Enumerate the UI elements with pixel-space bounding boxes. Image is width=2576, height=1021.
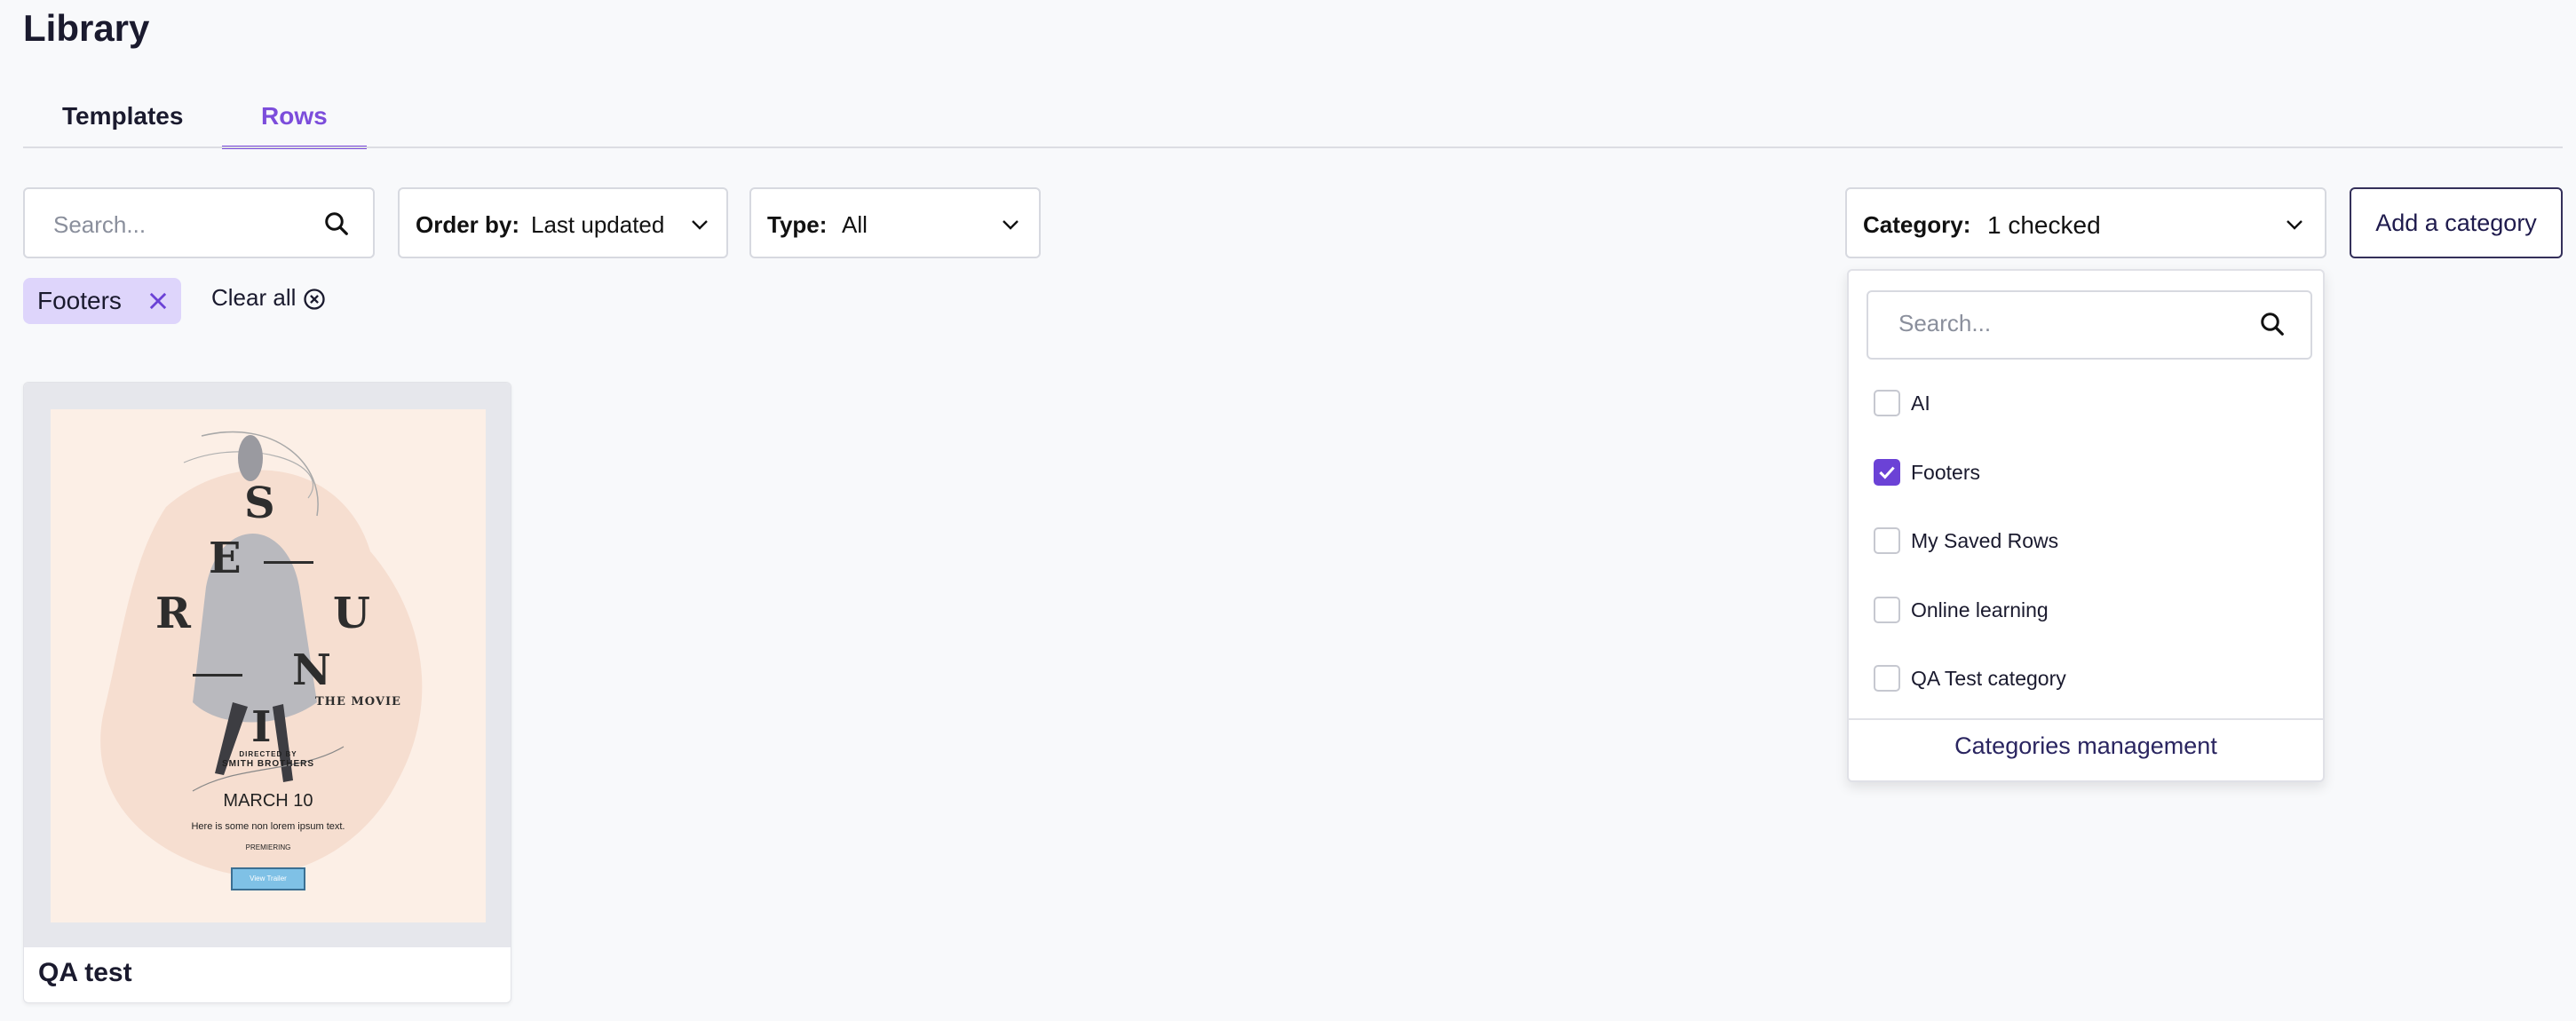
poster-image: S E R U N THE MOVIE I DIRECTED BY SMITH … xyxy=(51,409,486,922)
chevron-down-icon xyxy=(692,220,708,230)
poster-date: MARCH 10 xyxy=(223,791,313,811)
poster-directed-by: DIRECTED BY xyxy=(239,750,297,758)
type-label: Type: xyxy=(767,211,828,238)
categories-management-link[interactable]: Categories management xyxy=(1849,732,2323,760)
search-icon xyxy=(2261,313,2284,336)
poster-dash xyxy=(193,674,242,677)
poster-letter: N xyxy=(292,645,331,695)
tab-templates[interactable]: Templates xyxy=(23,96,222,149)
category-label: Category: xyxy=(1863,211,1971,238)
category-search-placeholder: Search... xyxy=(1898,310,1992,336)
poster-trailer-button: View Trailer xyxy=(231,867,305,890)
card-title: QA test xyxy=(38,958,132,987)
type-value: All xyxy=(842,211,868,238)
category-dropdown: Search... AI Footers My Saved Rows Onlin… xyxy=(1847,269,2325,782)
poster-letter: R xyxy=(155,589,191,638)
checkbox[interactable] xyxy=(1874,597,1900,623)
dropdown-divider xyxy=(1849,718,2323,720)
search-icon xyxy=(325,212,348,235)
filter-chip-footers: Footers xyxy=(23,278,181,324)
type-select[interactable]: Type: All xyxy=(749,187,1041,258)
poster-director: SMITH BROTHERS xyxy=(222,759,314,769)
tabs-divider xyxy=(23,146,2563,148)
checkbox[interactable] xyxy=(1874,459,1900,486)
checkbox[interactable] xyxy=(1874,665,1900,692)
chevron-down-icon xyxy=(1003,220,1019,230)
poster-premiering: PREMIERING xyxy=(245,843,291,851)
add-category-button[interactable]: Add a category xyxy=(2350,187,2563,258)
category-select[interactable]: Category: 1 checked xyxy=(1845,187,2326,258)
order-by-value: Last updated xyxy=(531,211,665,238)
category-option-label: QA Test category xyxy=(1911,667,2066,690)
poster-subtitle: THE MOVIE xyxy=(315,695,401,708)
checkbox[interactable] xyxy=(1874,390,1900,416)
category-search-input[interactable]: Search... xyxy=(1867,290,2312,360)
row-card[interactable]: S E R U N THE MOVIE I DIRECTED BY SMITH … xyxy=(23,382,511,1003)
page-title: Library xyxy=(23,7,150,49)
poster-letter: I xyxy=(251,702,272,752)
poster-dash xyxy=(264,561,313,564)
category-option-label: Online learning xyxy=(1911,598,2049,621)
checkmark-icon xyxy=(1879,466,1895,479)
search-input[interactable]: Search... xyxy=(23,187,375,258)
category-option-label: My Saved Rows xyxy=(1911,529,2059,552)
checkbox[interactable] xyxy=(1874,527,1900,554)
category-value: 1 checked xyxy=(1987,211,2101,239)
order-by-select[interactable]: Order by: Last updated xyxy=(398,187,728,258)
tab-rows[interactable]: Rows xyxy=(222,96,367,149)
poster-letter: E xyxy=(209,534,242,583)
poster-letter: U xyxy=(333,589,370,638)
clear-all-button[interactable]: Clear all xyxy=(211,284,296,312)
chevron-down-icon xyxy=(2287,220,2303,230)
order-by-label: Order by: xyxy=(416,211,520,238)
card-thumbnail[interactable]: S E R U N THE MOVIE I DIRECTED BY SMITH … xyxy=(24,383,511,947)
chip-label: Footers xyxy=(37,287,122,314)
category-option-label: Footers xyxy=(1911,461,1980,484)
close-icon[interactable] xyxy=(146,289,170,313)
category-option-label: AI xyxy=(1911,392,1930,415)
clear-circle-icon[interactable] xyxy=(302,287,327,312)
poster-letter: S xyxy=(244,479,275,528)
search-placeholder: Search... xyxy=(53,211,147,238)
poster-body: Here is some non lorem ipsum text. xyxy=(191,821,345,832)
